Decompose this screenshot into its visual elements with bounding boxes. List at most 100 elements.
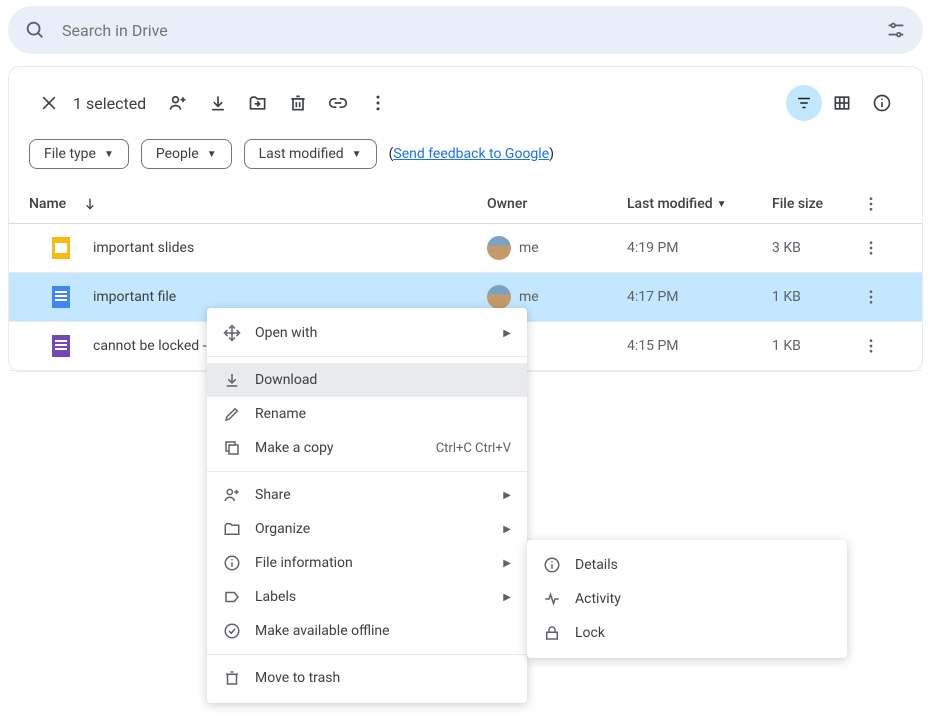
file-modified: 4:19 PM: [627, 240, 772, 256]
grid-view-icon[interactable]: [822, 83, 862, 123]
separator: [207, 471, 527, 472]
more-icon[interactable]: [358, 83, 398, 123]
menu-label: Move to trash: [255, 670, 511, 686]
delete-icon[interactable]: [278, 83, 318, 123]
offline-icon: [223, 622, 255, 640]
menu-offline[interactable]: Make available offline: [207, 614, 527, 648]
submenu-activity[interactable]: Activity: [527, 582, 847, 616]
selection-count: 1 selected: [73, 94, 146, 113]
chip-filetype-label: File type: [44, 146, 96, 162]
search-input[interactable]: [62, 21, 885, 40]
info-icon: [543, 556, 575, 574]
filter-chips: File type ▼ People▼ Last modified ▼ (Send …: [9, 131, 922, 185]
feedback-link[interactable]: Send feedback to Google: [393, 146, 549, 162]
chevron-down-icon: ▼: [104, 149, 114, 160]
menu-download[interactable]: Download: [207, 363, 527, 397]
chevron-right-icon: ▶: [503, 524, 511, 535]
open-with-icon: [223, 324, 255, 342]
search-bar[interactable]: [8, 6, 923, 54]
file-name: important slides: [93, 240, 487, 256]
lock-icon: [543, 624, 575, 642]
folder-icon: [223, 520, 255, 538]
menu-label: Details: [575, 557, 618, 573]
chevron-down-icon: ▼: [717, 199, 727, 210]
info-icon: [223, 554, 255, 572]
col-menu[interactable]: [862, 195, 902, 213]
info-icon[interactable]: [862, 83, 902, 123]
table-header: Name Owner Last modified▼ File size: [9, 185, 922, 224]
file-owner: me: [519, 289, 539, 305]
chip-people[interactable]: People▼: [141, 139, 232, 169]
chip-filetype[interactable]: File type ▼: [29, 139, 129, 169]
close-icon[interactable]: [29, 83, 69, 123]
file-modified: 4:15 PM: [627, 338, 772, 354]
context-menu: Open with ▶ Download Rename Make a copy …: [207, 308, 527, 703]
menu-organize[interactable]: Organize ▶: [207, 512, 527, 546]
file-size: 1 KB: [772, 289, 862, 305]
file-info-submenu: Details Activity Lock: [527, 540, 847, 658]
row-menu-icon[interactable]: [862, 239, 902, 257]
selection-toolbar: 1 selected: [9, 75, 922, 131]
label-icon: [223, 588, 255, 606]
copy-icon: [223, 439, 255, 457]
row-menu-icon[interactable]: [862, 288, 902, 306]
menu-shortcut: Ctrl+C Ctrl+V: [436, 441, 511, 456]
menu-label: Labels: [255, 589, 503, 605]
menu-label: Lock: [575, 625, 605, 641]
submenu-lock[interactable]: Lock: [527, 616, 847, 650]
download-icon[interactable]: [198, 83, 238, 123]
avatar: [487, 236, 511, 260]
search-options-icon[interactable]: [885, 19, 907, 41]
menu-label: Share: [255, 487, 503, 503]
link-icon[interactable]: [318, 83, 358, 123]
menu-open-with[interactable]: Open with ▶: [207, 316, 527, 350]
submenu-details[interactable]: Details: [527, 548, 847, 582]
menu-share[interactable]: Share ▶: [207, 478, 527, 512]
separator: [207, 654, 527, 655]
chevron-right-icon: ▶: [503, 490, 511, 501]
chip-people-label: People: [156, 146, 199, 162]
chip-modified[interactable]: Last modified ▼: [244, 139, 377, 169]
menu-label: Make available offline: [255, 623, 511, 639]
forms-icon: [49, 334, 73, 358]
menu-trash[interactable]: Move to trash: [207, 661, 527, 695]
share-icon[interactable]: [158, 83, 198, 123]
menu-label: Open with: [255, 325, 503, 341]
search-icon: [24, 19, 46, 41]
chip-modified-label: Last modified: [259, 146, 344, 162]
chevron-right-icon: ▶: [503, 592, 511, 603]
menu-file-info[interactable]: File information ▶: [207, 546, 527, 580]
download-icon: [223, 371, 255, 389]
menu-label: Make a copy: [255, 440, 436, 456]
rename-icon: [223, 405, 255, 423]
avatar: [487, 285, 511, 309]
move-icon[interactable]: [238, 83, 278, 123]
col-owner[interactable]: Owner: [487, 196, 627, 212]
feedback-text: (Send feedback to Google): [389, 146, 554, 162]
filter-toggle-icon[interactable]: [786, 85, 822, 121]
activity-icon: [543, 590, 575, 608]
col-size[interactable]: File size: [772, 196, 862, 212]
menu-label: File information: [255, 555, 503, 571]
file-name: important file: [93, 289, 487, 305]
file-owner: me: [519, 240, 539, 256]
col-modified[interactable]: Last modified▼: [627, 196, 772, 212]
file-size: 3 KB: [772, 240, 862, 256]
share-icon: [223, 486, 255, 504]
menu-rename[interactable]: Rename: [207, 397, 527, 431]
chevron-down-icon: ▼: [352, 149, 362, 160]
trash-icon: [223, 669, 255, 687]
row-menu-icon[interactable]: [862, 337, 902, 355]
separator: [207, 356, 527, 357]
menu-label: Rename: [255, 406, 511, 422]
table-row[interactable]: important slides me 4:19 PM 3 KB: [9, 224, 922, 273]
menu-make-copy[interactable]: Make a copy Ctrl+C Ctrl+V: [207, 431, 527, 465]
menu-labels[interactable]: Labels ▶: [207, 580, 527, 614]
menu-label: Activity: [575, 591, 621, 607]
file-modified: 4:17 PM: [627, 289, 772, 305]
slides-icon: [49, 236, 73, 260]
docs-icon: [49, 285, 73, 309]
chevron-right-icon: ▶: [503, 328, 511, 339]
col-name[interactable]: Name: [29, 196, 487, 212]
chevron-right-icon: ▶: [503, 558, 511, 569]
